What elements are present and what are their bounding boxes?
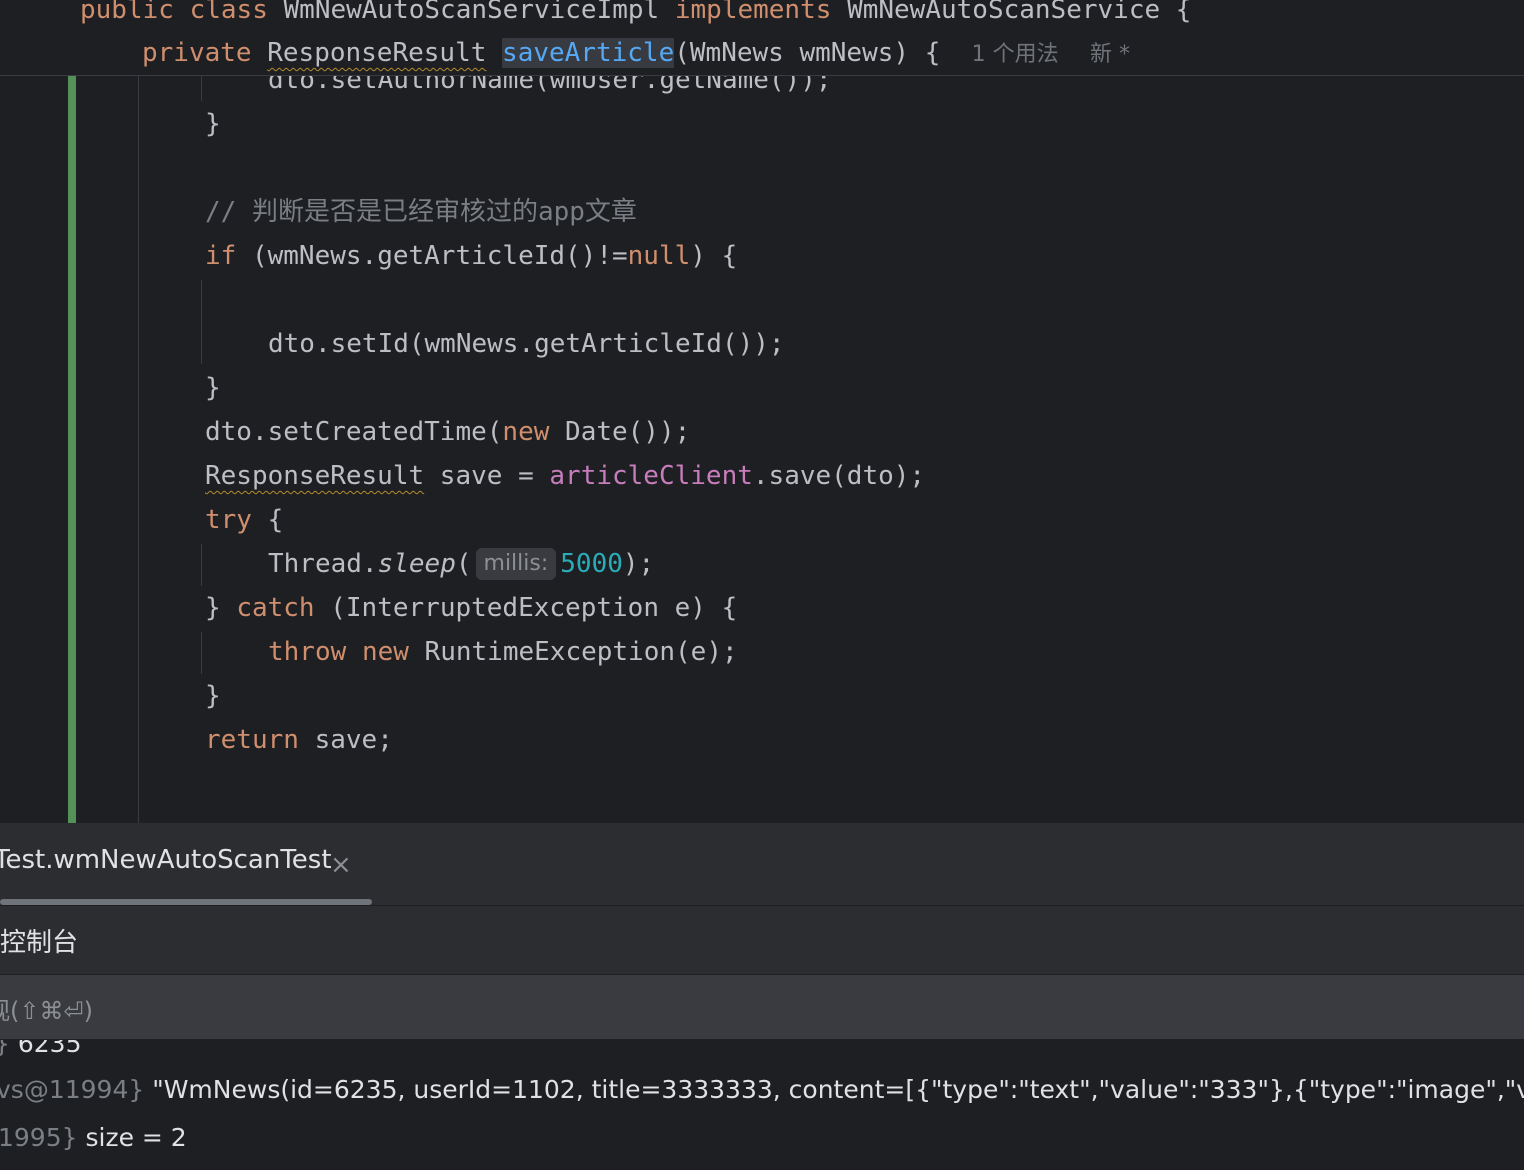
indent-guide — [201, 280, 202, 364]
code-text: .save(dto); — [752, 461, 926, 491]
code-line: } — [205, 104, 221, 144]
keyword-public: public — [80, 0, 174, 25]
code-line-throw: throw new RuntimeException(e); — [268, 632, 738, 672]
code-line-response: ResponseResult save = articleClient.save… — [205, 456, 925, 496]
indent-guide — [201, 632, 202, 674]
debug-panel: Test.wmNewAutoScanTest × 控制台 观(⇧⌘⏎) } 62… — [0, 823, 1524, 1170]
code-text: } — [205, 109, 221, 139]
keyword-implements: implements — [674, 0, 832, 25]
code-text: Date()); — [549, 417, 691, 447]
code-text: save = — [424, 461, 550, 491]
code-editor[interactable]: public class WmNewAutoScanServiceImpl im… — [0, 0, 1524, 823]
code-line-created-time: dto.setCreatedTime(new Date()); — [205, 412, 690, 452]
type-response-result: ResponseResult — [205, 461, 425, 491]
author-hint[interactable]: 新 * — [1090, 42, 1130, 67]
active-tab-indicator — [0, 899, 372, 905]
code-line: } — [205, 368, 221, 408]
variable-ref: } — [0, 1040, 10, 1058]
debug-tab-bar: Test.wmNewAutoScanTest × — [0, 823, 1524, 906]
variable-value: "WmNews(id=6235, userId=1102, title=3333… — [144, 1075, 1524, 1104]
indent-guide — [138, 75, 139, 823]
variable-row[interactable]: } 6235 — [0, 1040, 81, 1066]
variable-value: 6235 — [9, 1040, 82, 1058]
keyword-return: return — [205, 725, 299, 755]
code-line-set-id: dto.setId(wmNews.getArticleId()); — [268, 324, 785, 364]
keyword-new: new — [361, 637, 409, 667]
method-params: (WmNews wmNews) { — [674, 38, 941, 68]
keyword-try: try — [205, 505, 252, 535]
keyword-new: new — [502, 417, 550, 447]
usages-hint[interactable]: 1 个用法 — [972, 42, 1059, 67]
code-text: dto.setCreatedTime( — [205, 417, 503, 447]
variable-value: size = 2 — [77, 1123, 187, 1152]
code-text: ( — [455, 549, 472, 579]
code-text: ) { — [690, 241, 738, 271]
class-declaration-line: public class WmNewAutoScanServiceImpl im… — [80, 0, 1191, 30]
close-icon[interactable]: × — [330, 849, 352, 881]
vcs-change-marker[interactable] — [68, 75, 76, 823]
variable-ref: vs@11994} — [0, 1075, 145, 1104]
method-name[interactable]: saveArticle — [502, 38, 675, 68]
code-text: } — [205, 593, 237, 623]
method-declaration-line: private ResponseResult saveArticle(WmNew… — [142, 33, 1130, 73]
variable-row[interactable]: vs@11994} "WmNews(id=6235, userId=1102, … — [0, 1068, 1524, 1112]
number-literal: 5000 — [560, 549, 623, 579]
class-name: WmNewAutoScanServiceImpl — [283, 0, 660, 25]
evaluate-placeholder: 观(⇧⌘⏎) — [0, 997, 93, 1025]
keyword-throw: throw — [268, 637, 347, 667]
code-text: ); — [622, 549, 655, 579]
indent-guide — [201, 75, 202, 101]
variables-list: } 6235 vs@11994} "WmNews(id=6235, userId… — [0, 1040, 1524, 1170]
keyword-null: null — [627, 241, 691, 271]
code-text: { — [251, 505, 284, 535]
code-text: Thread. — [268, 549, 378, 579]
code-line-try: try { — [205, 500, 283, 540]
code-text: (wmNews.getArticleId()!= — [236, 241, 628, 271]
run-config-tab[interactable]: Test.wmNewAutoScanTest — [0, 845, 332, 875]
code-text: RuntimeException(e); — [408, 637, 738, 667]
sticky-header[interactable]: public class WmNewAutoScanServiceImpl im… — [0, 0, 1524, 76]
code-line-sleep: Thread.sleep(millis: 5000); — [268, 544, 654, 584]
code-comment: // 判断是否是已经审核过的app文章 — [205, 192, 637, 232]
code-text: dto.setId(wmNews.getArticleId()); — [268, 329, 785, 359]
keyword-private: private — [142, 38, 252, 68]
code-text: (InterruptedException e) { — [314, 593, 738, 623]
keyword-catch: catch — [236, 593, 315, 623]
code-text: } — [205, 373, 221, 403]
interface-name: WmNewAutoScanService — [847, 0, 1161, 25]
code-line-catch: } catch (InterruptedException e) { — [205, 588, 737, 628]
code-text: save; — [298, 725, 393, 755]
code-line-return: return save; — [205, 720, 393, 760]
field-article-client: articleClient — [549, 461, 753, 491]
keyword-class: class — [189, 0, 268, 25]
brace: { — [1175, 0, 1192, 25]
return-type: ResponseResult — [267, 38, 487, 68]
code-line: } — [205, 676, 221, 716]
variable-row[interactable]: 1995} size = 2 — [0, 1116, 187, 1160]
comment-text: // 判断是否是已经审核过的app文章 — [205, 197, 637, 227]
indent-guide — [201, 544, 202, 586]
tab-console[interactable]: 控制台 — [0, 922, 78, 959]
variable-ref: 1995} — [0, 1123, 78, 1152]
parameter-hint[interactable]: millis: — [475, 548, 557, 580]
method-sleep: sleep — [377, 549, 456, 579]
console-subtab-bar: 控制台 — [0, 906, 1524, 975]
code-text: } — [205, 681, 221, 711]
keyword-if: if — [205, 241, 237, 271]
code-line-if: if (wmNews.getArticleId()!=null) { — [205, 236, 737, 276]
evaluate-expression-field[interactable]: 观(⇧⌘⏎) — [0, 975, 1524, 1040]
